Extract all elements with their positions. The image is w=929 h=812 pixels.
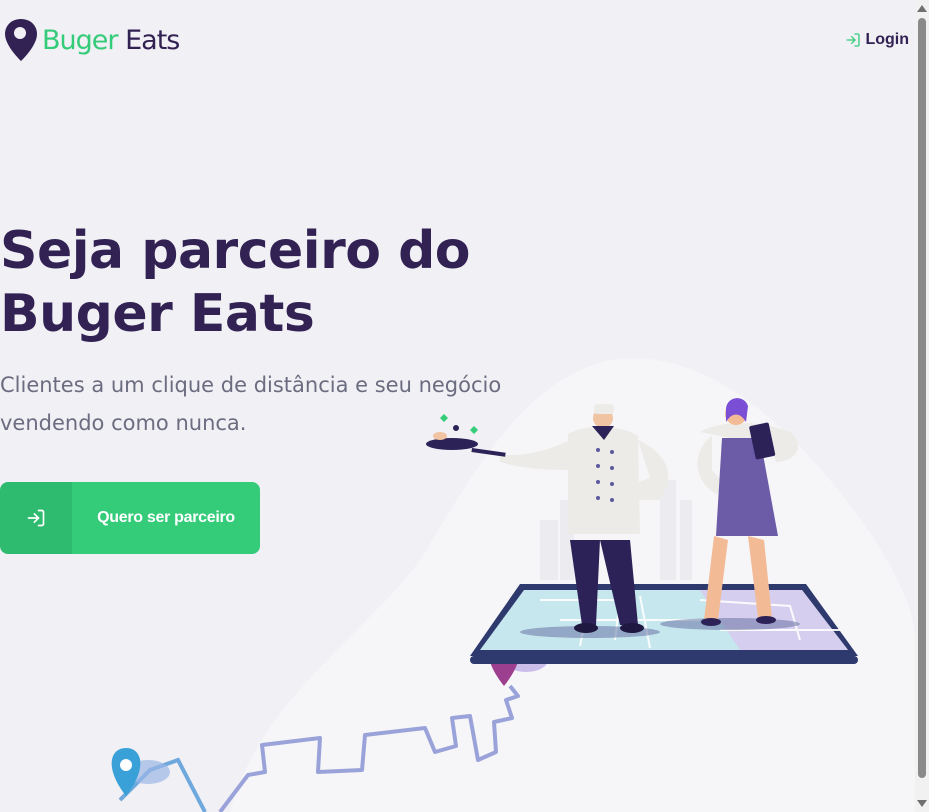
logo-word-eats-text: Eats <box>125 24 180 56</box>
title-line-1: Seja parceiro do <box>0 221 471 281</box>
logo-word-buger: Buger <box>42 24 118 56</box>
become-partner-button[interactable]: Quero ser parceiro <box>0 482 260 554</box>
logo-text: Buger Eats <box>42 24 180 56</box>
map-pin-icon <box>5 19 37 61</box>
login-link[interactable]: Login <box>845 31 909 49</box>
scroll-thumb[interactable] <box>918 18 926 778</box>
scroll-down-arrow-icon[interactable] <box>917 800 927 807</box>
subtitle-line-2: vendendo como nunca. <box>0 411 247 435</box>
logo[interactable]: Buger Eats <box>4 18 180 62</box>
login-label: Login <box>865 31 909 48</box>
cta-icon-box <box>0 482 72 554</box>
title-line-2: Buger Eats <box>0 284 315 344</box>
scroll-up-arrow-icon[interactable] <box>917 5 927 12</box>
subtitle-line-1: Clientes a um clique de distância e seu … <box>0 373 502 397</box>
page-title: Seja parceiro do Buger Eats <box>0 220 480 346</box>
landing-page: Buger Eats Login Seja parceiro do Buger … <box>0 0 915 812</box>
logo-word-eats: Eats <box>118 25 180 56</box>
log-in-icon <box>846 33 861 47</box>
log-in-icon <box>27 509 45 527</box>
vertical-scrollbar[interactable] <box>915 0 929 812</box>
cta-label: Quero ser parceiro <box>97 509 235 526</box>
page-subtitle: Clientes a um clique de distância e seu … <box>0 366 520 442</box>
